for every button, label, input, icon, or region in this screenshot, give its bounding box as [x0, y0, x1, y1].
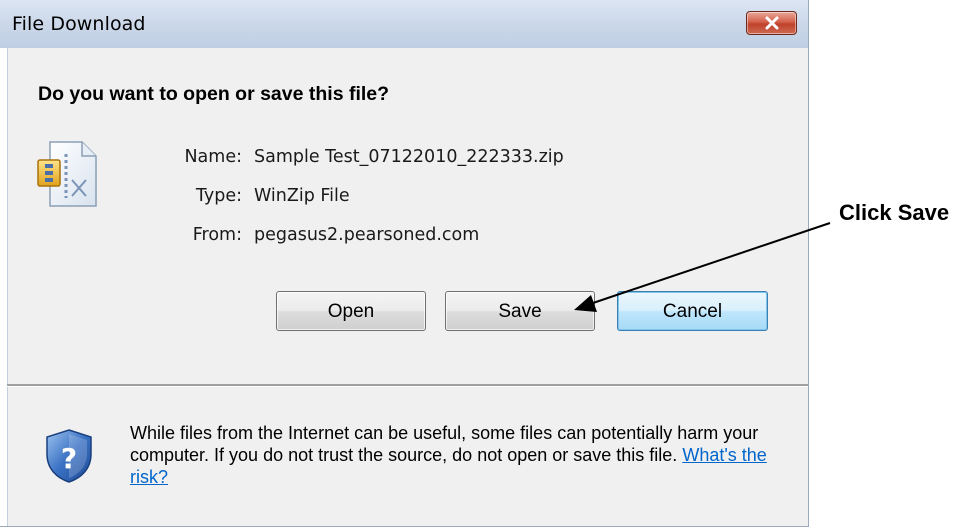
file-source-value: pegasus2.pearsoned.com — [254, 225, 480, 245]
security-warning-panel: ? While files from the Internet can be u… — [7, 387, 808, 526]
file-download-dialog: File Download Do you want to open or sav… — [0, 0, 809, 527]
file-type-value: WinZip File — [254, 186, 350, 206]
file-name-row: Name: Sample Test_07122010_222333.zip — [138, 147, 564, 167]
file-source-row: From: pegasus2.pearsoned.com — [138, 225, 480, 245]
save-button[interactable]: Save — [445, 291, 595, 331]
screenshot-stage: File Download Do you want to open or sav… — [0, 0, 979, 529]
dialog-title: File Download — [12, 13, 146, 35]
winzip-file-icon — [37, 141, 97, 207]
title-bar[interactable]: File Download — [0, 0, 808, 48]
file-name-value: Sample Test_07122010_222333.zip — [254, 147, 564, 167]
click-save-annotation: Click Save — [839, 200, 950, 225]
close-button[interactable] — [746, 11, 797, 35]
warning-message: While files from the Internet can be use… — [130, 423, 759, 465]
security-warning-text: While files from the Internet can be use… — [130, 422, 790, 488]
file-type-row: Type: WinZip File — [138, 186, 350, 206]
close-icon — [765, 16, 779, 30]
download-info-panel: Do you want to open or save this file? N… — [7, 48, 808, 384]
file-type-label: Type: — [195, 186, 242, 206]
file-name-label: Name: — [184, 147, 242, 167]
cancel-button[interactable]: Cancel — [617, 291, 768, 331]
download-question: Do you want to open or save this file? — [38, 83, 390, 105]
file-source-label: From: — [192, 225, 242, 245]
svg-text:?: ? — [61, 442, 77, 475]
open-button[interactable]: Open — [276, 291, 426, 331]
security-shield-icon: ? — [46, 429, 92, 483]
